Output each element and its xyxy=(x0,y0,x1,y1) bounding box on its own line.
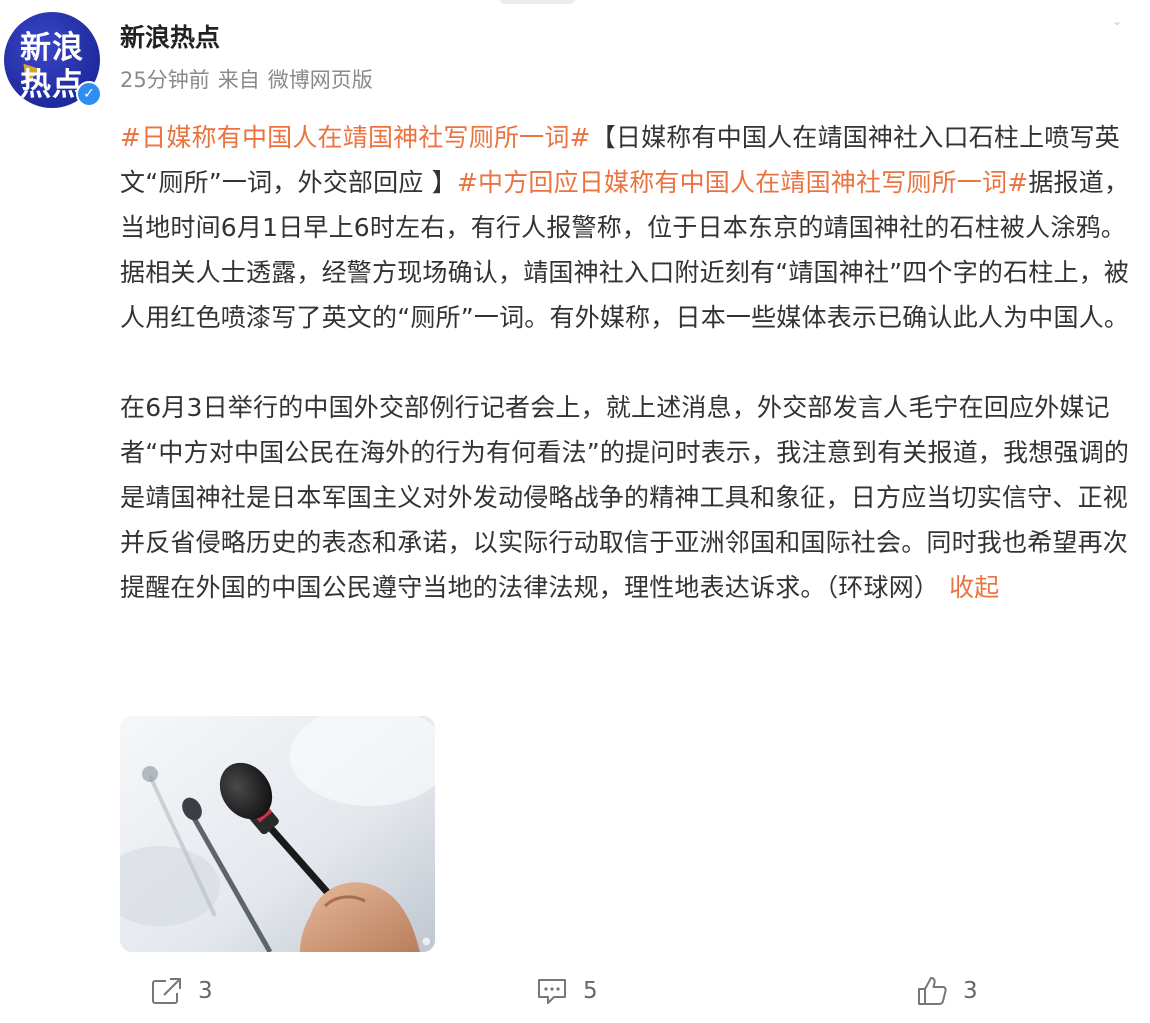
action-bar: 3 5 3 xyxy=(0,966,1150,1016)
comment-icon xyxy=(538,979,566,1004)
like-count: 3 xyxy=(963,978,978,1004)
collapse-button[interactable]: 收起 xyxy=(949,573,999,602)
more-options-icon[interactable]: ⌄ xyxy=(1112,14,1126,28)
top-edge-hint xyxy=(500,0,575,4)
svg-text:●: ● xyxy=(422,936,431,947)
share-count: 3 xyxy=(198,978,213,1004)
post-meta: 25分钟前 来自 微博网页版 xyxy=(120,64,381,94)
post-paragraph-2: 在6月3日举行的中国外交部例行记者会上，就上述消息，外交部发言人毛宁在回应外媒记… xyxy=(120,385,1140,610)
source-prefix: 来自 xyxy=(217,68,260,92)
topic-link-2[interactable]: #中方回应日媒称有中国人在靖国神社写厕所一词# xyxy=(457,168,1029,197)
post-time[interactable]: 25分钟前 xyxy=(120,68,210,92)
topic-link-1[interactable]: #日媒称有中国人在靖国神社写厕所一词# xyxy=(120,123,591,152)
verified-badge-icon: ✓ xyxy=(76,81,102,107)
comment-button[interactable]: 5 xyxy=(535,966,598,1016)
thumbs-up-icon xyxy=(918,977,947,1005)
share-button[interactable]: 3 xyxy=(150,966,213,1016)
post-body: #日媒称有中国人在靖国神社写厕所一词#【日媒称有中国人在靖国神社入口石柱上喷写英… xyxy=(120,115,1140,610)
author-name[interactable]: 新浪热点 xyxy=(120,18,220,54)
share-icon xyxy=(152,978,181,1004)
microphone-photo-icon: ● xyxy=(120,716,435,952)
post-text-2: 在6月3日举行的中国外交部例行记者会上，就上述消息，外交部发言人毛宁在回应外媒记… xyxy=(120,393,1130,602)
comment-count: 5 xyxy=(583,978,598,1004)
like-button[interactable]: 3 xyxy=(915,966,978,1016)
post-image[interactable]: ● xyxy=(120,716,435,952)
post-paragraph-1: #日媒称有中国人在靖国神社写厕所一词#【日媒称有中国人在靖国神社入口石柱上喷写英… xyxy=(120,115,1140,340)
source-name: 微博网页版 xyxy=(267,68,373,92)
